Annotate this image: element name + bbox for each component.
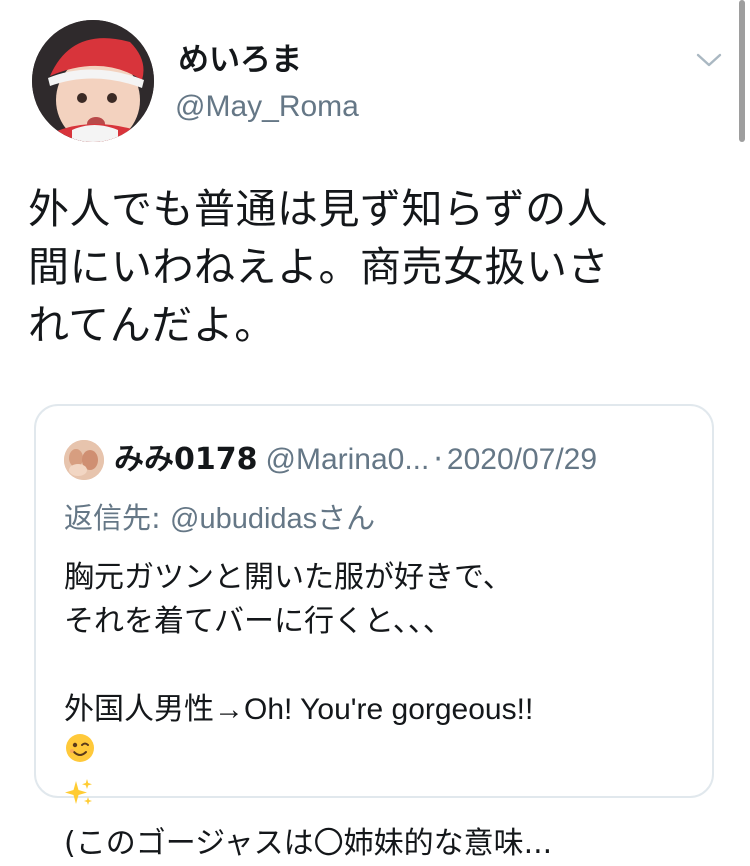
quoted-text-line: それを着てバーに行くと、、、 <box>64 604 453 639</box>
tweet-text-line: 間にいわねえよ。商売女扱いさ <box>28 243 609 291</box>
reply-to-suffix: さん <box>317 501 376 535</box>
author-name[interactable]: めいろま <box>178 40 302 80</box>
tweet-text: 外人でも普通は見ず知らずの人 間にいわねえよ。商売女扱いさ れてんだよ。 <box>28 180 718 354</box>
chevron-down-icon[interactable] <box>695 50 723 70</box>
quoted-text-line <box>64 644 704 688</box>
quoted-text-line: (このゴージャスは〇姉妹的な意味... <box>64 826 553 861</box>
tweet-text-line: れてんだよ。 <box>28 301 276 349</box>
tweet-text-line: 外人でも普通は見ず知らずの人 <box>28 185 609 233</box>
quoted-text-line: 外国人男性→Oh! You're gorgeous!! <box>64 693 534 726</box>
quoted-text: 胸元ガツンと開いた服が好きで、 それを着てバーに行くと、、、 外国人男性→Oh!… <box>64 556 704 866</box>
quoted-text-line-with-emoji: (このゴージャスは〇姉妹的な意味... <box>64 777 704 866</box>
quoted-date: 2020/07/29 <box>446 443 598 476</box>
author-avatar[interactable] <box>32 20 154 142</box>
quoted-name: みみ0178 <box>114 442 258 477</box>
scrollbar[interactable] <box>739 0 745 142</box>
reply-to-handle: @ubudidas <box>170 503 318 535</box>
tweet: めいろま @May_Roma 外人でも普通は見ず知らずの人 間にいわねえよ。商売… <box>0 0 750 861</box>
quoted-tweet[interactable]: みみ0178 @Marina0... · 2020/07/29 返信先: @ubudi… <box>34 404 714 861</box>
quoted-header: みみ0178 @Marina0... · 2020/07/29 <box>114 440 597 480</box>
quoted-text-line-with-emoji: 外国人男性→Oh! You're gorgeous!! <box>64 688 704 777</box>
quoted-handle: @Marina0... <box>265 443 430 476</box>
reply-to: 返信先: @ubudidasさん <box>64 498 375 539</box>
quoted-avatar <box>64 440 104 480</box>
quoted-text-line: 胸元ガツンと開いた服が好きで、 <box>64 560 513 595</box>
reply-to-label: 返信先: <box>64 501 170 535</box>
winking-face-emoji <box>64 732 704 777</box>
sparkles-emoji <box>64 777 704 822</box>
separator-dot: · <box>433 442 443 477</box>
author-handle[interactable]: @May_Roma <box>175 88 359 126</box>
